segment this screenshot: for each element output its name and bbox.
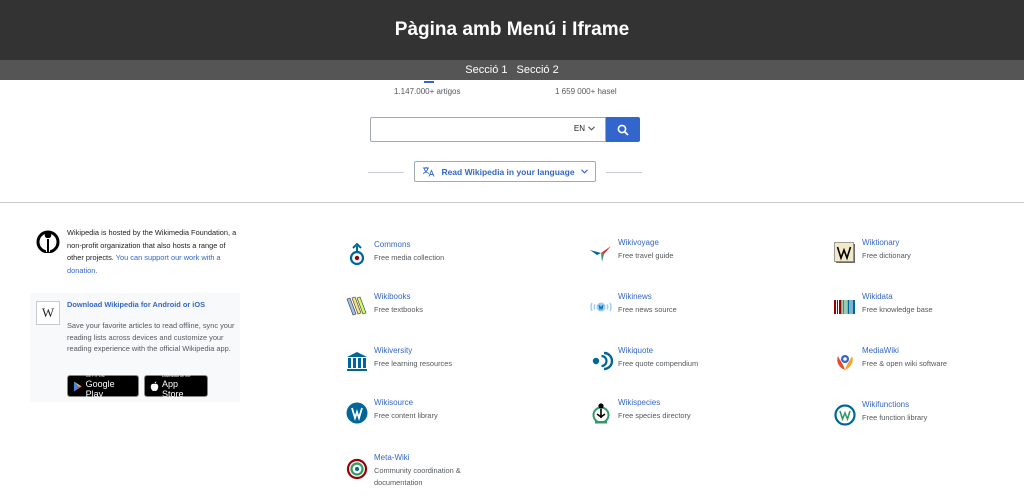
project-wikivoyage[interactable]: Wikivoyage Free travel guide: [589, 238, 759, 270]
project-desc: Free function library: [862, 413, 928, 422]
project-wikinews[interactable]: Wikinews Free news source: [589, 292, 759, 324]
app-download-title[interactable]: Download Wikipedia for Android or iOS: [67, 300, 205, 309]
divider-right: [606, 172, 642, 173]
project-name[interactable]: Wikifunctions: [862, 400, 909, 409]
stat-articles-left: 1.147.000+ artigos: [394, 81, 461, 96]
project-name[interactable]: Wikispecies: [618, 398, 660, 407]
project-mediawiki[interactable]: MediaWiki Free & open wiki software: [833, 346, 1003, 378]
search-input[interactable]: EN: [370, 117, 606, 142]
google-play-big-text: Google Play: [85, 378, 115, 399]
project-name[interactable]: Wikisource: [374, 398, 413, 407]
project-wikifunctions[interactable]: Wikifunctions Free function library: [833, 400, 1003, 432]
search-button[interactable]: [606, 117, 640, 142]
wikiquote-icon: [592, 351, 613, 371]
project-desc: Free textbooks: [374, 305, 423, 314]
project-desc: Free dictionary: [862, 251, 911, 260]
stat-articles-right-text: 1 659 000+ hasel: [555, 87, 617, 96]
project-name[interactable]: Commons: [374, 240, 410, 249]
section-nav: Secció 1 Secció 2: [0, 60, 1024, 80]
project-name[interactable]: Wikivoyage: [618, 238, 659, 247]
app-download-description: Save your favorite articles to read offl…: [67, 321, 235, 353]
wikisource-icon: [346, 402, 368, 424]
meta-wiki-icon: [346, 458, 368, 480]
section-divider: [0, 202, 1024, 203]
project-desc: Free quote compendium: [618, 359, 699, 368]
project-desc: Free travel guide: [618, 251, 674, 260]
nav-link-section-1[interactable]: Secció 1: [465, 64, 507, 76]
wikidata-icon: [834, 300, 855, 314]
project-desc: Free species directory: [618, 411, 691, 420]
stat-articles-left-text: 1.147.000+ artigos: [394, 87, 461, 96]
wikinews-icon: [590, 302, 612, 312]
read-in-your-language-button[interactable]: Read Wikipedia in your language: [414, 161, 596, 182]
project-desc: Free news source: [618, 305, 677, 314]
project-desc: Free content library: [374, 411, 438, 420]
wikimedia-logo-icon: [36, 230, 60, 253]
project-wikisource[interactable]: Wikisource Free content library: [345, 398, 515, 430]
search-language-label: EN: [573, 124, 585, 133]
project-desc: Free & open wiki software: [862, 359, 948, 368]
divider-left: [368, 172, 404, 173]
read-in-your-language-label: Read Wikipedia in your language: [441, 166, 575, 177]
project-desc: Free media collection: [374, 253, 445, 262]
project-name[interactable]: MediaWiki: [862, 346, 899, 355]
page-header: Pàgina amb Menú i Iframe: [0, 0, 1024, 60]
wikiversity-icon: [347, 352, 367, 371]
project-desc: Free learning resources: [374, 359, 453, 368]
project-commons[interactable]: Commons Free media collection: [345, 240, 515, 272]
wikipedia-w-letter: W: [41, 305, 55, 320]
project-wikiquote[interactable]: Wikiquote Free quote compendium: [589, 346, 759, 378]
project-wikispecies[interactable]: Wikispecies Free species directory: [589, 398, 759, 430]
chevron-down-icon: [588, 126, 595, 131]
apple-icon: [150, 381, 159, 391]
project-name[interactable]: Wikiversity: [374, 346, 412, 355]
translate-icon: [423, 167, 435, 177]
wikipedia-w-icon: W: [36, 301, 60, 325]
wikivoyage-icon: [590, 246, 611, 262]
project-meta-wiki[interactable]: Meta-Wiki Community coordination & docum…: [345, 453, 515, 487]
google-play-button[interactable]: GET IT ON Google Play: [67, 374, 139, 399]
wikimedia-hosting-text: Wikipedia is hosted by the Wikimedia Fou…: [67, 227, 237, 277]
search-language-select[interactable]: EN: [574, 124, 595, 133]
project-desc: Free knowledge base: [862, 305, 933, 314]
mediawiki-icon: [837, 355, 853, 370]
app-store-button[interactable]: Download on the App Store: [144, 374, 208, 399]
commons-icon: [349, 243, 365, 266]
project-name[interactable]: Wiktionary: [862, 238, 899, 247]
project-wiktionary[interactable]: Wiktionary Free dictionary: [833, 238, 1003, 270]
stat-link-fragment[interactable]: [424, 81, 434, 83]
app-store-big-text: App Store: [162, 378, 184, 399]
wikibooks-icon: [346, 296, 367, 316]
project-name[interactable]: Meta-Wiki: [374, 453, 410, 462]
nav-link-section-2[interactable]: Secció 2: [517, 64, 559, 76]
stat-articles-right: 1 659 000+ hasel: [555, 87, 617, 96]
wikispecies-icon: [592, 403, 610, 424]
search-icon: [617, 124, 629, 136]
project-name[interactable]: Wikinews: [618, 292, 652, 301]
project-name[interactable]: Wikidata: [862, 292, 893, 301]
wikifunctions-icon: [834, 404, 856, 426]
project-wikiversity[interactable]: Wikiversity Free learning resources: [345, 346, 515, 378]
chevron-down-icon: [580, 169, 588, 174]
wiktionary-icon: [834, 242, 855, 263]
project-wikibooks[interactable]: Wikibooks Free textbooks: [345, 292, 515, 324]
app-download-card: W Download Wikipedia for Android or iOS …: [30, 293, 240, 402]
project-name[interactable]: Wikiquote: [618, 346, 653, 355]
project-name[interactable]: Wikibooks: [374, 292, 410, 301]
embedded-iframe[interactable]: 1.147.000+ artigos 1 659 000+ hasel EN R…: [0, 80, 1024, 497]
project-desc: Community coordination & documentation: [374, 466, 461, 487]
google-play-icon: [73, 381, 82, 391]
page-title: Pàgina amb Menú i Iframe: [394, 19, 630, 40]
project-wikidata[interactable]: Wikidata Free knowledge base: [833, 292, 1003, 324]
